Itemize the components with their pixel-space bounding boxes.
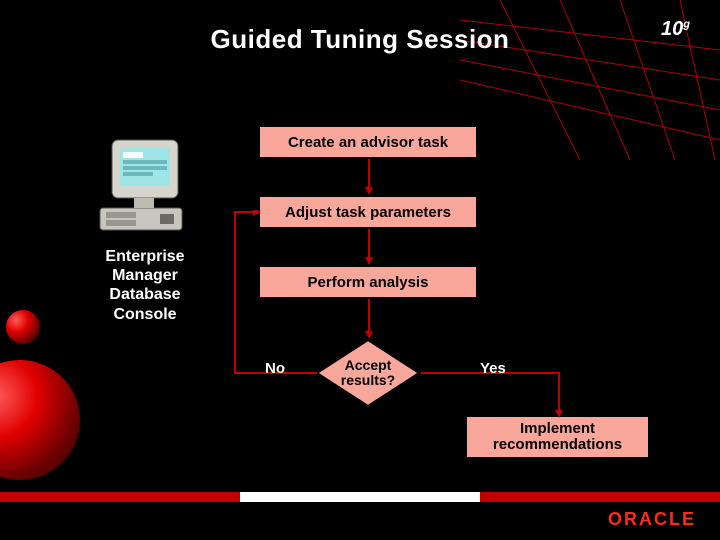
flow-decision-accept: Accept results? (315, 338, 421, 408)
arrow-yes-path (419, 370, 579, 420)
flow-step-perform-analysis-label: Perform analysis (308, 274, 429, 291)
version-badge-sup: g (683, 18, 690, 30)
computer-icon (90, 130, 200, 240)
arrow-step3-decision (365, 299, 373, 339)
slide-footer: ORACLE (0, 492, 720, 540)
flow-step-implement: Implement recommendations (465, 415, 650, 459)
arrow-step1-step2 (365, 159, 373, 195)
slide-title: Guided Tuning Session (0, 24, 720, 55)
flow-decision-label: Accept results? (315, 338, 421, 408)
arrow-no-loop (225, 210, 325, 380)
version-badge: 10g (661, 18, 690, 41)
decision-yes-label: Yes (480, 360, 506, 377)
computer-label: Enterprise Manager Database Console (75, 247, 215, 324)
decorative-sphere-small (6, 310, 40, 344)
flow-step-implement-label: Implement recommendations (493, 421, 622, 454)
decorative-sphere-large (0, 360, 80, 480)
arrow-step2-step3 (365, 229, 373, 265)
version-badge-main: 10 (661, 18, 683, 40)
decision-no-label: No (265, 360, 285, 377)
flow-step-create-task: Create an advisor task (258, 125, 478, 159)
oracle-logo: ORACLE (608, 509, 696, 530)
flow-step-create-task-label: Create an advisor task (288, 134, 448, 151)
footer-accent-bars (0, 492, 720, 502)
